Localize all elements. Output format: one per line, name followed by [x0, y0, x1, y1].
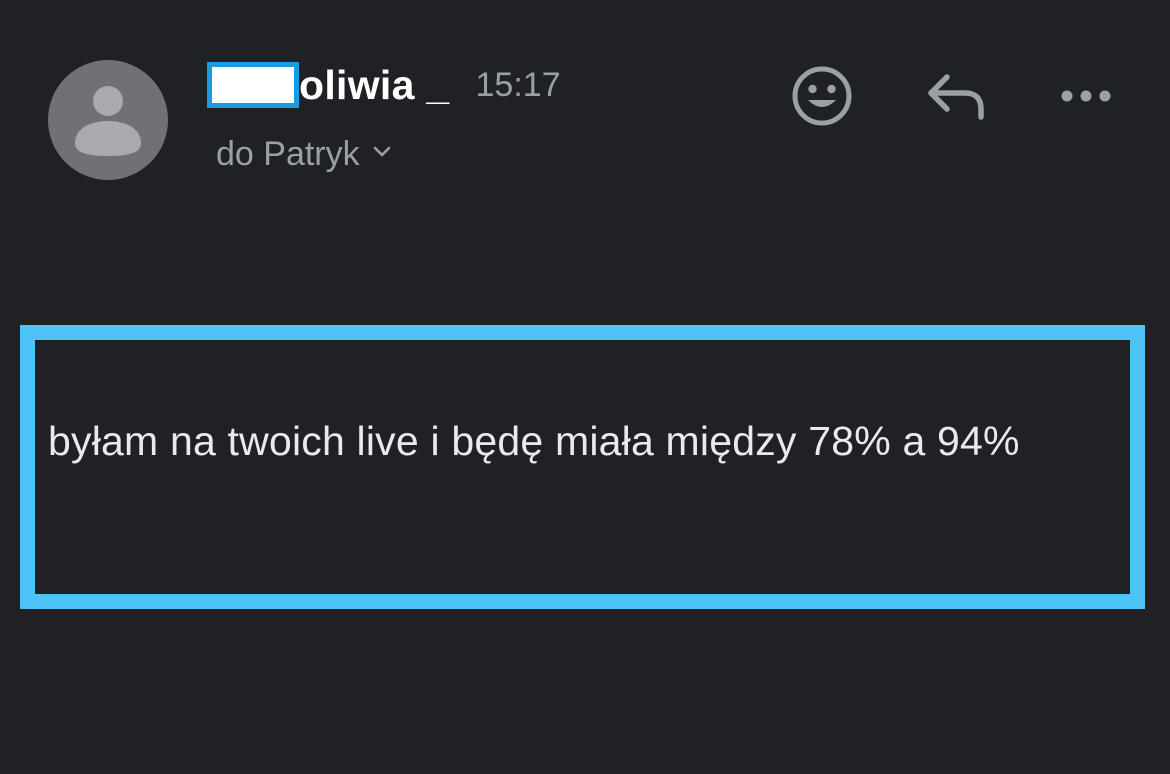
sender-name[interactable]: oliwia _ [299, 64, 450, 106]
reply-button[interactable] [920, 66, 990, 126]
more-options-icon [1061, 90, 1111, 102]
more-options-button[interactable] [1055, 76, 1117, 116]
chevron-down-icon [372, 145, 392, 164]
recipient-details-toggle[interactable]: do Patryk [216, 134, 392, 174]
message-body: byłam na twoich live i będę miała między… [48, 418, 1020, 464]
reply-arrow-icon [928, 74, 984, 120]
person-icon [75, 86, 141, 156]
redaction-block [207, 62, 299, 108]
timestamp: 15:17 [475, 66, 561, 104]
recipient-label: do Patryk [216, 135, 360, 173]
avatar[interactable] [48, 60, 168, 180]
sender-row: oliwia _ 15:17 [207, 62, 561, 108]
smiley-face-icon [792, 66, 852, 126]
add-reaction-button[interactable] [788, 62, 856, 130]
